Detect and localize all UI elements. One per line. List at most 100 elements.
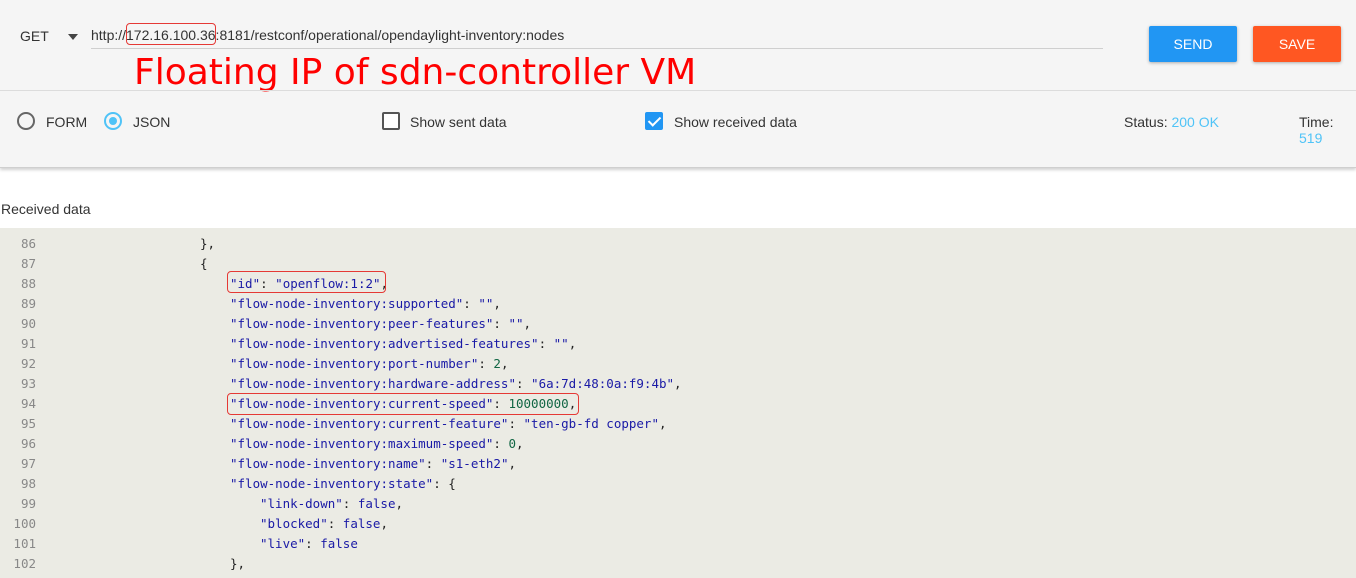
json-value: {: [448, 476, 456, 491]
id-highlight-box: [227, 271, 386, 293]
received-data-heading: Received data: [1, 201, 91, 217]
code-text: },: [230, 554, 245, 574]
json-key: "live": [260, 536, 306, 551]
json-punctuation: :: [327, 516, 343, 531]
json-value: 0: [508, 436, 516, 451]
line-number: 86: [20, 236, 36, 251]
json-key: "flow-node-inventory:advertised-features…: [230, 336, 539, 351]
code-text: "live": false: [260, 534, 358, 554]
code-text: "flow-node-inventory:port-number": 2,: [230, 354, 508, 374]
code-text: "blocked": false,: [260, 514, 388, 534]
code-text: "flow-node-inventory:peer-features": "",: [230, 314, 531, 334]
received-data-viewer[interactable]: 86}, 87{88 "id": "openflow:1:2", 89 "flow-no…: [0, 228, 1356, 578]
code-text: "flow-node-inventory:hardware-address": …: [230, 374, 682, 394]
json-punctuation: ,: [523, 316, 532, 331]
json-punctuation: },: [230, 556, 246, 571]
json-key: "flow-node-inventory:state": [230, 476, 434, 491]
json-value: "": [553, 336, 569, 351]
time-readout: Time: 519: [1299, 114, 1356, 146]
line-number: 99: [20, 496, 36, 511]
method-select[interactable]: GET: [20, 28, 49, 44]
json-punctuation: :: [493, 436, 509, 451]
json-punctuation: },: [200, 236, 216, 251]
show-received-checkbox[interactable]: [645, 112, 663, 130]
status-readout: Status: 200 OK: [1124, 114, 1219, 130]
json-punctuation: ,: [674, 376, 682, 391]
code-text: "flow-node-inventory:current-feature": "…: [230, 414, 667, 434]
json-key: "flow-node-inventory:port-number": [230, 356, 479, 371]
line-number: 91: [20, 336, 36, 351]
line-number: 94: [20, 396, 36, 411]
json-punctuation: {: [200, 256, 208, 271]
request-panel: GET http://172.16.100.36:8181/restconf/o…: [0, 0, 1356, 168]
json-key: "link-down": [260, 496, 343, 511]
json-punctuation: ,: [516, 436, 524, 451]
line-number: 90: [20, 316, 36, 331]
json-key: "flow-node-inventory:name": [230, 456, 426, 471]
json-punctuation: ,: [395, 496, 404, 511]
form-radio[interactable]: [17, 112, 35, 130]
send-button[interactable]: SEND: [1149, 26, 1237, 62]
json-key: "blocked": [260, 516, 328, 531]
code-text: "flow-node-inventory:name": "s1-eth2",: [230, 454, 516, 474]
chevron-down-icon[interactable]: [68, 34, 78, 40]
line-number: 88: [20, 276, 36, 291]
json-key: "flow-node-inventory:peer-features": [230, 316, 494, 331]
time-label: Time:: [1299, 114, 1334, 130]
line-number: 92: [20, 356, 36, 371]
code-text: "flow-node-inventory:maximum-speed": 0,: [230, 434, 524, 454]
json-punctuation: :: [515, 376, 532, 391]
json-punctuation: :: [342, 496, 358, 511]
ip-annotation: Floating IP of sdn-controller VM: [134, 52, 697, 93]
json-value: "": [478, 296, 494, 311]
line-number: 97: [20, 456, 36, 471]
json-value: false: [320, 536, 358, 551]
line-number: 101: [13, 536, 36, 551]
code-text: },: [200, 234, 215, 254]
json-key: "flow-node-inventory:maximum-speed": [230, 436, 494, 451]
json-punctuation: ,: [568, 336, 577, 351]
json-punctuation: :: [433, 476, 449, 491]
code-text: "flow-node-inventory:advertised-features…: [230, 334, 576, 354]
code-text: {: [200, 254, 208, 274]
line-number: 93: [20, 376, 36, 391]
url-underline: [91, 48, 1103, 49]
json-radio-label[interactable]: JSON: [133, 114, 170, 130]
json-punctuation: ,: [500, 356, 509, 371]
json-value: "s1-eth2": [440, 456, 509, 471]
line-number: 98: [20, 476, 36, 491]
json-punctuation: :: [508, 416, 524, 431]
line-number: 102: [13, 556, 36, 571]
json-value: "6a:7d:48:0a:f9:4b": [531, 376, 675, 391]
line-number: 89: [20, 296, 36, 311]
json-punctuation: :: [463, 296, 479, 311]
json-value: 2: [493, 356, 501, 371]
json-value: false: [357, 496, 396, 511]
time-value: 519: [1299, 130, 1323, 146]
show-sent-checkbox[interactable]: [382, 112, 400, 130]
status-value: 200 OK: [1171, 114, 1219, 130]
json-key: "flow-node-inventory:hardware-address": [230, 376, 516, 391]
json-punctuation: :: [493, 316, 509, 331]
show-sent-label[interactable]: Show sent data: [410, 114, 507, 130]
code-text: "link-down": false,: [260, 494, 403, 514]
save-button[interactable]: SAVE: [1253, 26, 1341, 62]
json-radio[interactable]: [104, 112, 122, 130]
json-key: "flow-node-inventory:current-feature": [230, 416, 509, 431]
code-text: "flow-node-inventory:state": {: [230, 474, 456, 494]
line-number: 95: [20, 416, 36, 431]
check-icon: [647, 113, 662, 127]
json-punctuation: ,: [658, 416, 667, 431]
json-punctuation: :: [478, 356, 494, 371]
code-text: "flow-node-inventory:supported": "",: [230, 294, 501, 314]
json-punctuation: ,: [508, 456, 516, 471]
ip-highlight-box: [126, 23, 216, 45]
form-radio-label[interactable]: FORM: [46, 114, 87, 130]
line-number: 100: [13, 516, 36, 531]
json-punctuation: :: [538, 336, 554, 351]
show-received-label[interactable]: Show received data: [674, 114, 797, 130]
json-value: false: [342, 516, 381, 531]
json-punctuation: :: [425, 456, 441, 471]
divider: [0, 90, 1356, 91]
json-value: "": [508, 316, 524, 331]
